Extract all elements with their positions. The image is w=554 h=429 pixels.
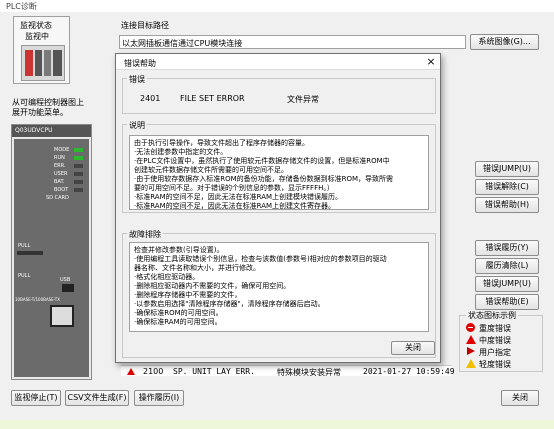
error-help-button-2[interactable]: 错误帮助(E): [475, 294, 539, 310]
left-hint-line2: 展开功能菜单。: [12, 108, 68, 117]
csv-generate-button[interactable]: CSV文件生成(F): [65, 390, 129, 406]
error-description: 文件异常: [287, 95, 319, 104]
led-bat-label: BAT.: [54, 179, 65, 185]
error-code: 2401: [140, 94, 161, 103]
led-mode-label: MODE: [54, 147, 70, 153]
led-mode-indicator: [74, 148, 83, 152]
error-history-button[interactable]: 错误履历(Y): [475, 240, 539, 256]
error-name: FILE SET ERROR: [180, 94, 245, 103]
title-bar: PLC诊断: [0, 0, 554, 12]
error-jump-button-2[interactable]: 错误JUMP(U): [475, 276, 539, 292]
error-help-dialog: 错误帮助 × 错误 2401 FILE SET ERROR 文件异常 说明 由于…: [115, 53, 441, 363]
bottom-strip: [0, 420, 554, 429]
row-time: 2021-01-27 10:59:49: [363, 367, 455, 376]
sd-slot: [17, 251, 43, 255]
error-clear-button[interactable]: 错误解除(C): [475, 179, 539, 195]
ethernet-port-icon: [50, 305, 74, 327]
stop-monitor-button[interactable]: 监视停止(T): [11, 390, 61, 406]
led-err-label: ERR.: [54, 163, 66, 169]
explanation-text-box[interactable]: 由于执行引导操作，导致文件超出了程序存储器的容量。 ·无法创建参数中指定的文件。…: [129, 135, 429, 210]
legend-label-minor: 轻度错误: [479, 360, 511, 369]
plc-thumbnail-icon: [21, 45, 65, 81]
dialog-title: 错误帮助: [124, 59, 156, 68]
led-sdcard-label: SD CARD: [46, 195, 69, 201]
connection-path-value: 以太网插板通信通过CPU模块连接: [122, 39, 243, 48]
pull-label-top: PULL: [18, 243, 31, 249]
status-legend-group: 状态图标示例 重度错误 中度错误 用户指定 轻度错误: [459, 310, 543, 372]
operation-history-button[interactable]: 操作履历(I): [134, 390, 184, 406]
legend-item-moderate: 中度错误: [466, 335, 542, 345]
led-user-label: USER: [54, 171, 68, 177]
row-code: 2100: [143, 367, 164, 376]
cpu-module[interactable]: Q03UDVCPU MODE RUN ERR. USER BAT. BOOT S…: [11, 124, 92, 380]
error-section-label: 错误: [127, 74, 147, 85]
monitor-status-label: 监视状态: [20, 21, 52, 30]
legend-item-severe: 重度错误: [466, 323, 542, 333]
legend-title: 状态图标示例: [466, 310, 518, 321]
row-name: SP. UNIT LAY ERR.: [173, 367, 255, 376]
explanation-line: ·标准RAM的空间不足，因此无法在标准RAM上创建文件寄存器。: [134, 202, 336, 210]
main-close-button[interactable]: 关闭: [501, 390, 539, 406]
row-detail: 特殊模块安装异常: [277, 368, 341, 377]
usb-label: USB: [60, 277, 71, 283]
window-title: PLC诊断: [6, 2, 37, 11]
error-section: 错误 2401 FILE SET ERROR 文件异常: [122, 74, 436, 114]
troubleshooting-line: ·确保标准RAM的可用空间。: [134, 318, 222, 326]
monitor-status-value: 监视中: [25, 32, 49, 41]
arrow-right-icon: [467, 347, 475, 355]
error-list-row[interactable]: 2100 SP. UNIT LAY ERR. 特殊模块安装异常 2021-01-…: [121, 365, 455, 377]
warning-triangle-icon: [466, 335, 476, 344]
troubleshooting-section: 故障排除 检查并修改参数(引导设置)。 ·使用编程工具读取错误个别信息，检查与该…: [122, 229, 436, 358]
pull-label-bottom: PULL: [18, 273, 31, 279]
error-help-button[interactable]: 错误帮助(H): [475, 197, 539, 213]
stop-icon: [466, 323, 475, 332]
troubleshooting-text-box[interactable]: 检查并修改参数(引导设置)。 ·使用编程工具读取错误个别信息，检查与该数值(参数…: [129, 242, 429, 332]
led-user-indicator: [74, 172, 83, 176]
error-jump-button[interactable]: 错误JUMP(U): [475, 161, 539, 177]
dialog-title-bar: 错误帮助 ×: [116, 54, 440, 70]
explanation-section: 说明 由于执行引导操作，导致文件超出了程序存储器的容量。 ·无法创建参数中指定的…: [122, 120, 436, 213]
warning-triangle-icon: [127, 368, 135, 375]
cpu-model-bar: Q03UDVCPU: [12, 125, 91, 137]
cpu-model-label: Q03UDVCPU: [15, 127, 53, 134]
troubleshooting-section-label: 故障排除: [127, 229, 163, 240]
warning-triangle-icon: [466, 359, 476, 368]
explanation-section-label: 说明: [127, 120, 147, 131]
legend-label-moderate: 中度错误: [479, 336, 511, 345]
legend-item-user: 用户指定: [466, 347, 542, 357]
led-boot-label: BOOT: [54, 187, 69, 193]
legend-label-severe: 重度错误: [479, 324, 511, 333]
dialog-close-button[interactable]: 关闭: [391, 341, 435, 355]
led-run-label: RUN: [54, 155, 65, 161]
led-err-indicator: [74, 164, 83, 168]
legend-label-user: 用户指定: [479, 348, 511, 357]
ethernet-label: 10BASE-T/100BASE-TX: [15, 297, 60, 302]
usb-port-icon: [62, 284, 74, 292]
connection-label: 连接目标路径: [121, 21, 169, 30]
led-bat-indicator: [74, 180, 83, 184]
led-run-indicator: [74, 156, 83, 160]
system-image-button[interactable]: 系统图像(G)...: [470, 34, 539, 50]
connection-path-field: 以太网插板通信通过CPU模块连接: [119, 35, 466, 49]
close-icon[interactable]: ×: [424, 54, 438, 69]
legend-item-minor: 轻度错误: [466, 359, 542, 369]
monitor-status-box: 监视状态 监视中: [13, 16, 70, 84]
history-clear-button[interactable]: 履历清除(L): [475, 258, 539, 274]
led-boot-indicator: [74, 188, 83, 192]
